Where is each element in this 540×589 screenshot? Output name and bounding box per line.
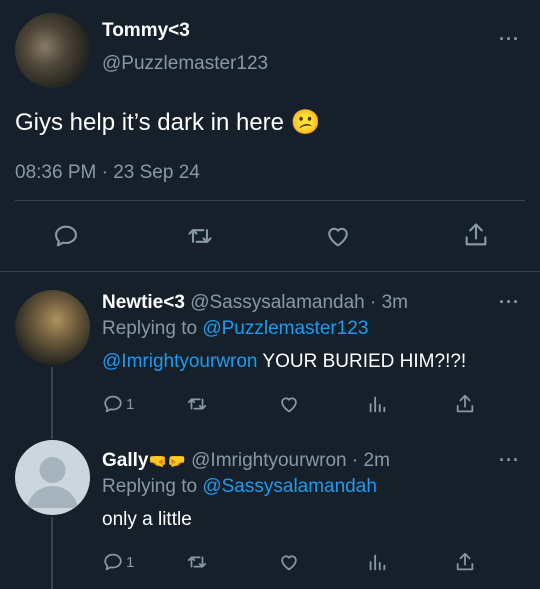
thread-line [51, 517, 53, 589]
reply-text: only a little [102, 509, 192, 530]
reply-icon[interactable] [102, 393, 124, 415]
thread-line [51, 367, 53, 439]
retweet-icon[interactable] [186, 222, 214, 250]
avatar[interactable] [15, 13, 90, 88]
like-icon[interactable] [324, 222, 352, 250]
more-options-icon[interactable]: ··· [499, 450, 520, 471]
reply-count: 1 [126, 554, 135, 571]
more-options-icon[interactable]: ··· [499, 29, 520, 50]
divider [0, 271, 540, 272]
replying-to: Replying to @Puzzlemaster123 [102, 318, 368, 340]
share-icon[interactable] [462, 221, 490, 249]
tweet-date: 23 Sep 24 [113, 162, 200, 183]
share-icon[interactable] [454, 393, 476, 415]
display-name[interactable]: Gally [102, 450, 148, 471]
timestamp: 08:36 PM · 23 Sep 24 [15, 162, 200, 184]
reply-icon[interactable] [102, 551, 124, 573]
avatar[interactable] [15, 440, 90, 515]
default-avatar-icon [27, 457, 78, 508]
reply-icon[interactable] [52, 222, 80, 250]
share-icon[interactable] [454, 551, 476, 573]
divider [15, 200, 525, 201]
replying-prefix: Replying to [102, 476, 198, 497]
like-icon[interactable] [278, 551, 300, 573]
replying-prefix: Replying to [102, 318, 198, 339]
mention-link[interactable]: @Imrightyourwron [102, 351, 258, 372]
replying-to: Replying to @Sassysalamandah [102, 476, 377, 498]
analytics-icon[interactable] [366, 393, 388, 415]
display-name[interactable]: Tommy<3 [102, 20, 190, 42]
reply-header: Gally🤜🤛 @Imrightyourwron · 2m [102, 450, 390, 472]
handle-and-time[interactable]: @Sassysalamandah · 3m [190, 292, 408, 313]
avatar[interactable] [15, 290, 90, 365]
handle[interactable]: @Puzzlemaster123 [102, 53, 268, 75]
replying-to-link[interactable]: @Sassysalamandah [202, 476, 377, 497]
reply-count: 1 [126, 396, 135, 413]
tweet-time: 08:36 PM [15, 162, 97, 183]
retweet-icon[interactable] [186, 393, 208, 415]
confused-emoji: 😕 [290, 109, 321, 136]
fist-bump-emojis: 🤜🤛 [148, 453, 186, 470]
reply-text: @Imrightyourwron YOUR BURIED HIM?!?! [102, 351, 466, 373]
separator: · [101, 162, 108, 183]
like-icon[interactable] [278, 393, 300, 415]
retweet-icon[interactable] [186, 551, 208, 573]
analytics-icon[interactable] [366, 551, 388, 573]
replying-to-link[interactable]: @Puzzlemaster123 [202, 318, 368, 339]
tweet-text: Giys help it’s dark in here 😕 [15, 108, 321, 137]
handle-and-time[interactable]: @Imrightyourwron · 2m [191, 450, 390, 471]
more-options-icon[interactable]: ··· [499, 292, 520, 313]
display-name[interactable]: Newtie<3 [102, 292, 185, 313]
tweet-body: Giys help it’s dark in here [15, 109, 285, 136]
reply-body: YOUR BURIED HIM?!?! [257, 351, 467, 372]
reply-header: Newtie<3 @Sassysalamandah · 3m [102, 292, 408, 314]
